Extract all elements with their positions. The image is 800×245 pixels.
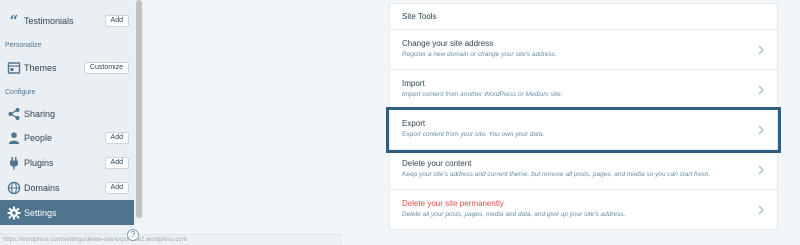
globe-icon [7, 181, 21, 195]
card-title: Import [402, 79, 425, 88]
sidebar-item-themes[interactable]: Themes Customize [0, 55, 134, 80]
card-description: Register a new domain or change your sit… [402, 51, 557, 58]
site-tools-panel: Site Tools Change your site address Regi… [386, 3, 781, 230]
share-icon [7, 107, 21, 121]
card-title: Change your site address [402, 39, 494, 48]
chevron-right-icon [757, 45, 765, 55]
sidebar-item-settings[interactable]: Settings [0, 200, 134, 225]
card-title: Export [402, 119, 426, 128]
sidebar-item-plugins[interactable]: Plugins Add [0, 150, 134, 175]
sidebar-item-sharing[interactable]: Sharing [0, 101, 134, 126]
chevron-right-icon [757, 205, 765, 215]
sidebar-item-testimonials[interactable]: “ Testimonials Add [0, 8, 134, 33]
help-button[interactable]: ? [127, 229, 139, 241]
site-tool-import[interactable]: Import Import content from another WordP… [389, 70, 778, 110]
card-title: Delete your site permanently [402, 199, 504, 208]
sidebar: “ Testimonials Add Personalize Themes Cu… [0, 0, 134, 245]
sidebar-item-people[interactable]: People Add [0, 125, 134, 150]
sidebar-item-label: Testimonials [24, 15, 74, 26]
customize-theme-button[interactable]: Customize [83, 61, 129, 74]
gear-icon [7, 206, 21, 220]
add-people-button[interactable]: Add [104, 131, 129, 144]
card-description: Keep your site's address and current the… [402, 171, 711, 178]
sidebar-scrollbar-thumb[interactable] [136, 0, 142, 218]
chevron-right-icon [757, 125, 765, 135]
status-bar-url: https://wordpress.com/settings/delete-si… [0, 234, 342, 245]
add-domain-button[interactable]: Add [104, 181, 129, 194]
card-description: Delete all your posts, pages, media and … [402, 211, 626, 218]
add-plugin-button[interactable]: Add [104, 156, 129, 169]
card-description: Import content from another WordPress or… [402, 91, 563, 98]
section-heading-personalize: Personalize [5, 42, 42, 49]
plug-icon [7, 156, 21, 170]
sidebar-item-label: Themes [24, 62, 57, 73]
site-tool-export[interactable]: Export Export content from your site. Yo… [386, 107, 781, 153]
sidebar-item-label: Settings [24, 207, 57, 218]
sidebar-item-label: People [24, 132, 53, 143]
sidebar-item-domains[interactable]: Domains Add [0, 175, 134, 200]
chevron-right-icon [757, 85, 765, 95]
site-tool-change-address[interactable]: Change your site address Register a new … [389, 30, 778, 70]
section-heading-configure: Configure [5, 89, 36, 96]
add-testimonial-button[interactable]: Add [104, 14, 129, 27]
sidebar-item-label: Sharing [24, 108, 56, 119]
quote-icon: “ [9, 11, 19, 30]
site-tool-delete-content[interactable]: Delete your content Keep your site's add… [389, 150, 778, 190]
person-icon [7, 131, 21, 145]
card-description: Export content from your site. You own y… [402, 131, 545, 138]
sidebar-item-label: Plugins [24, 157, 54, 168]
sidebar-item-label: Domains [24, 182, 60, 193]
site-tool-delete-site[interactable]: Delete your site permanently Delete all … [389, 190, 778, 230]
chevron-right-icon [757, 165, 765, 175]
themes-icon [7, 61, 21, 75]
section-header: Site Tools [389, 3, 778, 30]
card-title: Delete your content [402, 159, 472, 168]
